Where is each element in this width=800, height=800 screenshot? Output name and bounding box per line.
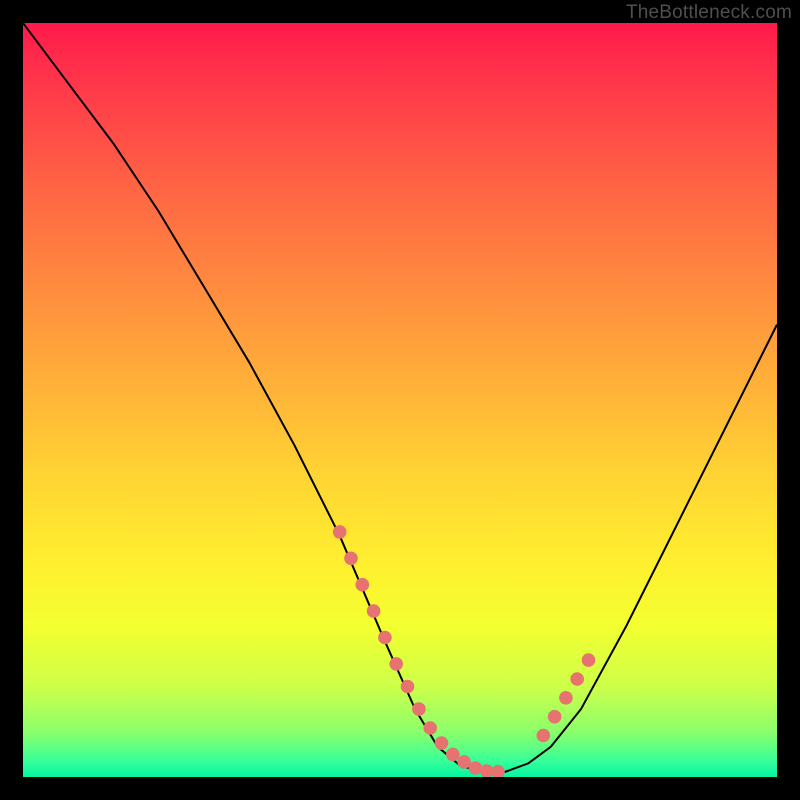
marker-dot xyxy=(446,748,460,762)
marker-dot xyxy=(367,604,381,618)
curve-layer xyxy=(23,23,777,777)
marker-band-left xyxy=(333,525,505,777)
watermark-text: TheBottleneck.com xyxy=(626,2,792,24)
marker-dot xyxy=(344,552,358,566)
marker-dot xyxy=(412,702,426,716)
marker-dot xyxy=(548,710,562,724)
marker-dot xyxy=(423,721,437,735)
marker-dot xyxy=(401,680,415,694)
marker-dot xyxy=(537,729,551,743)
marker-dot xyxy=(389,657,403,671)
marker-dot xyxy=(491,765,505,777)
marker-dot xyxy=(559,691,573,705)
marker-dot xyxy=(378,631,392,645)
marker-dot xyxy=(333,525,347,539)
marker-dot xyxy=(582,653,596,667)
marker-dot xyxy=(435,736,449,750)
marker-dot xyxy=(570,672,584,686)
chart-stage: TheBottleneck.com xyxy=(0,0,800,800)
marker-dot xyxy=(356,578,370,592)
plot-area xyxy=(23,23,777,777)
